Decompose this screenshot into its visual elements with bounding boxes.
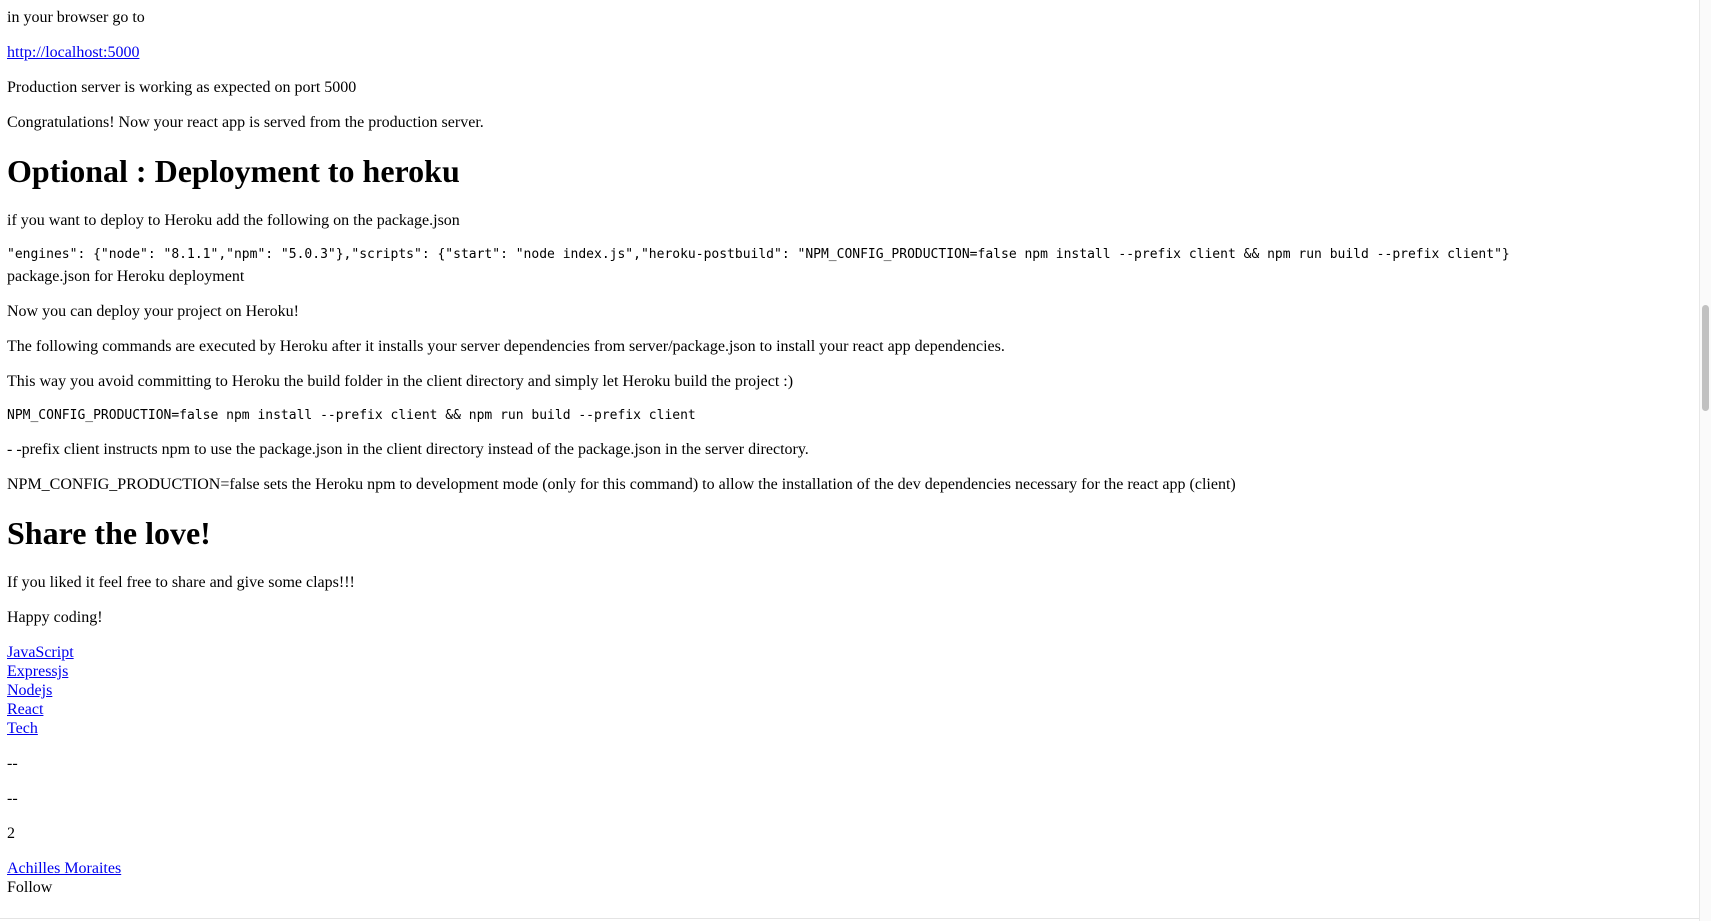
response-count: 2 xyxy=(7,825,15,842)
tag-javascript[interactable]: JavaScript xyxy=(7,643,1680,662)
page: in your browser go to http://localhost:5… xyxy=(0,0,1700,921)
clap-count-placeholder: -- xyxy=(7,755,18,772)
npm-command-code: NPM_CONFIG_PRODUCTION=false npm install … xyxy=(7,408,696,423)
deploy-now-text: Now you can deploy your project on Herok… xyxy=(7,303,299,320)
follow-button[interactable]: Follow xyxy=(7,878,1680,897)
avoid-commit-text: This way you avoid committing to Heroku … xyxy=(7,373,794,390)
congrats-text: Congratulations! Now your react app is s… xyxy=(7,114,484,131)
package-json-code: "engines": {"node": "8.1.1","npm": "5.0.… xyxy=(7,247,1510,262)
tag-list: JavaScript Expressjs Nodejs React Tech xyxy=(7,643,1680,738)
heroku-heading: Optional : Deployment to heroku xyxy=(7,153,460,189)
happy-coding-text: Happy coding! xyxy=(7,609,103,626)
prod-working-text: Production server is working as expected… xyxy=(7,79,357,96)
tag-expressjs[interactable]: Expressjs xyxy=(7,662,1680,681)
tag-nodejs[interactable]: Nodejs xyxy=(7,681,1680,700)
tag-react[interactable]: React xyxy=(7,700,1680,719)
response-count-placeholder: -- xyxy=(7,790,18,807)
claps-text: If you liked it feel free to share and g… xyxy=(7,574,355,591)
commands-executed-text: The following commands are executed by H… xyxy=(7,338,1005,355)
npm-config-explain-text: NPM_CONFIG_PRODUCTION=false sets the Her… xyxy=(7,476,1236,493)
vertical-scrollbar[interactable] xyxy=(1699,0,1711,921)
tag-tech[interactable]: Tech xyxy=(7,719,1680,738)
package-json-caption: package.json for Heroku deployment xyxy=(7,268,245,285)
scrollbar-thumb[interactable] xyxy=(1702,305,1709,411)
localhost-link-paragraph: http://localhost:5000 xyxy=(7,43,1680,62)
author-link[interactable]: Achilles Moraites xyxy=(7,859,1680,878)
prefix-explain-text: - -prefix client instructs npm to use th… xyxy=(7,441,809,458)
article-content: in your browser go to http://localhost:5… xyxy=(7,0,1680,913)
heroku-intro-text: if you want to deploy to Heroku add the … xyxy=(7,212,460,229)
author-block: Achilles Moraites Follow xyxy=(7,859,1680,897)
share-heading: Share the love! xyxy=(7,515,211,551)
browser-instruction-text: in your browser go to xyxy=(7,9,145,26)
bottom-divider xyxy=(0,918,1700,919)
localhost-link[interactable]: http://localhost:5000 xyxy=(7,44,139,61)
